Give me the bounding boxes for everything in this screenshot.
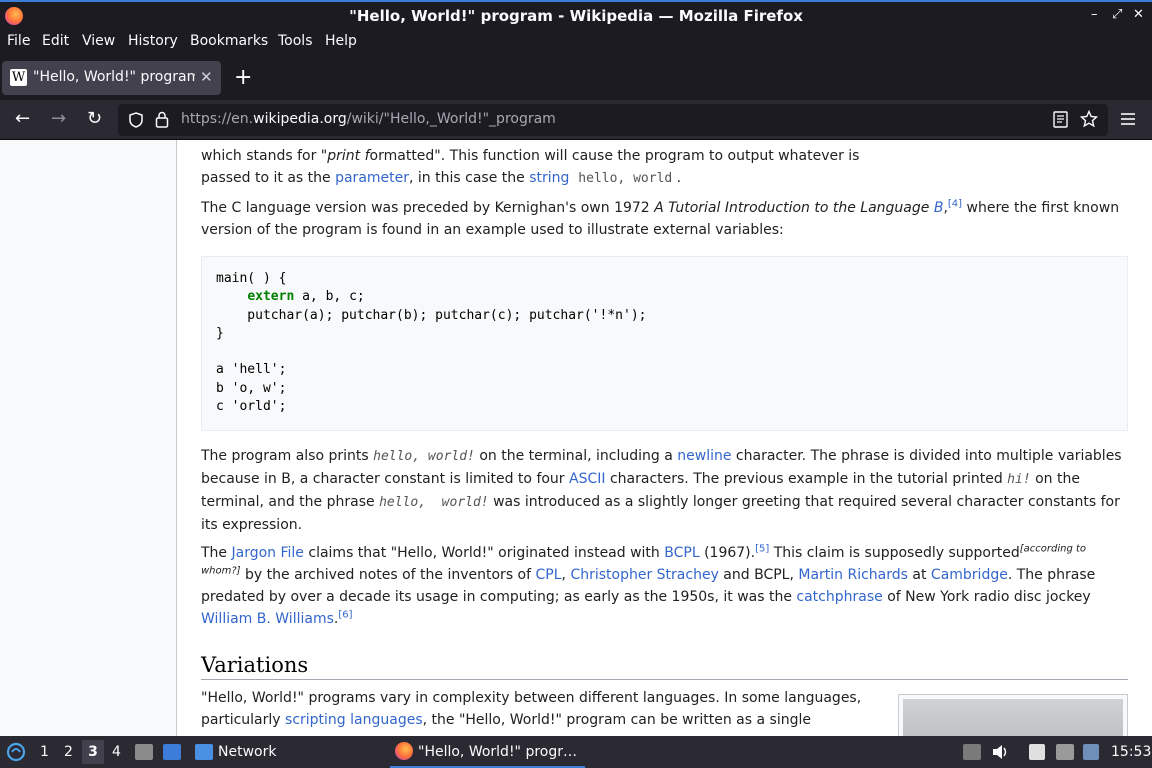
ref-5[interactable]: [5] [755,543,769,554]
desktop-icon[interactable] [163,744,181,760]
link-string[interactable]: string [529,170,569,186]
thumbnail-image [903,699,1123,736]
link-christopher-strachey[interactable]: Christopher Strachey [570,567,718,583]
taskbar-network-window[interactable]: Network [218,744,276,760]
url-bar[interactable]: https://en.wikipedia.org/wiki/"Hello,_Wo… [118,104,1108,136]
code-block-b: main( ) { extern a, b, c; putchar(a); pu… [201,256,1128,431]
menu-history[interactable]: History [128,33,178,49]
link-bcpl[interactable]: BCPL [664,545,699,561]
maximize-button[interactable]: ⤢ [1112,7,1122,22]
link-cambridge[interactable]: Cambridge [931,567,1008,583]
menu-file[interactable]: File [7,33,30,49]
link-william-b-williams[interactable]: William B. Williams [201,611,334,627]
link-newline[interactable]: newline [677,448,731,464]
workspace-2[interactable]: 2 [64,744,73,760]
tab-title: "Hello, World!" program [33,69,195,85]
bookmark-star-icon[interactable] [1080,110,1098,128]
wikipedia-favicon-icon: W [10,69,27,86]
paragraph-c-version: The C language version was preceded by K… [201,198,1120,238]
volume-icon[interactable] [991,744,1009,760]
display-icon[interactable] [1056,744,1074,760]
paragraph-jargon-file: The Jargon File claims that "Hello, Worl… [201,543,1096,627]
reader-view-icon[interactable] [1053,111,1069,129]
taskbar-firefox-window[interactable]: "Hello, World!" progr… [390,736,585,768]
link-martin-richards[interactable]: Martin Richards [798,567,908,583]
tab-close-icon[interactable]: ✕ [200,68,213,86]
link-catchphrase[interactable]: catchphrase [796,589,882,605]
paragraph-printf: which stands for "print formatted". This… [201,148,860,186]
inline-code-hello-world: hello, world [578,171,673,186]
url-text[interactable]: https://en.wikipedia.org/wiki/"Hello,_Wo… [181,111,556,127]
network-folder-icon [195,744,213,760]
firefox-taskbar-icon [395,742,413,760]
minimize-button[interactable]: – [1091,7,1098,22]
taskbar-window-label: "Hello, World!" progr… [418,744,577,760]
link-parameter[interactable]: parameter [335,170,409,186]
lock-icon[interactable] [155,111,169,129]
tab-bar: W "Hello, World!" program ✕ + [0,54,1152,100]
section-heading-variations: Variations [201,654,1128,680]
workspace-4[interactable]: 4 [112,744,121,760]
shield-icon[interactable] [128,112,144,128]
window-title: "Hello, World!" program - Wikipedia — Mo… [349,7,803,25]
window-titlebar: "Hello, World!" program - Wikipedia — Mo… [0,0,1152,30]
back-icon[interactable]: ← [15,108,30,129]
paragraph-program-prints: The program also prints hello, world! on… [201,448,1122,533]
notification-icon[interactable] [1083,744,1099,760]
page-content: which stands for "print formatted". This… [0,140,1152,736]
menu-help[interactable]: Help [325,33,357,49]
new-tab-button[interactable]: + [234,65,252,90]
link-ascii[interactable]: ASCII [569,471,606,487]
paragraph-variations: "Hello, World!" programs vary in complex… [201,690,862,728]
left-sidebar [0,140,177,736]
ref-6[interactable]: [6] [338,609,352,620]
menu-bar: File Edit View History Bookmarks Tools H… [0,30,1152,54]
tray-app-icon[interactable] [963,744,981,760]
file-manager-icon[interactable] [135,744,153,760]
link-b-language[interactable]: B [934,200,944,216]
navigation-bar: ← → ↻ https://en.wikipedia.org/wiki/"Hel… [0,100,1152,140]
workspace-3[interactable]: 3 [82,740,104,764]
menu-edit[interactable]: Edit [42,33,69,49]
link-scripting-languages[interactable]: scripting languages [285,712,423,728]
clock: 15:53 [1111,744,1152,760]
hamburger-menu-icon[interactable] [1120,112,1136,126]
forward-icon[interactable]: → [51,108,66,129]
menu-view[interactable]: View [82,33,115,49]
article-thumbnail[interactable] [898,694,1128,736]
start-menu-icon[interactable] [6,742,26,762]
clipboard-icon[interactable] [1029,744,1045,760]
link-jargon-file[interactable]: Jargon File [232,545,304,561]
taskbar: 1 2 3 4 Network "Hello, World!" progr… 1… [0,736,1152,768]
link-cpl[interactable]: CPL [536,567,562,583]
menu-bookmarks[interactable]: Bookmarks [190,33,268,49]
workspace-1[interactable]: 1 [40,744,49,760]
ref-4[interactable]: [4] [948,198,962,209]
reload-icon[interactable]: ↻ [87,108,102,129]
close-button[interactable]: ✕ [1133,7,1144,22]
menu-tools[interactable]: Tools [278,33,313,49]
tab-hello-world[interactable]: W "Hello, World!" program ✕ [2,61,221,95]
